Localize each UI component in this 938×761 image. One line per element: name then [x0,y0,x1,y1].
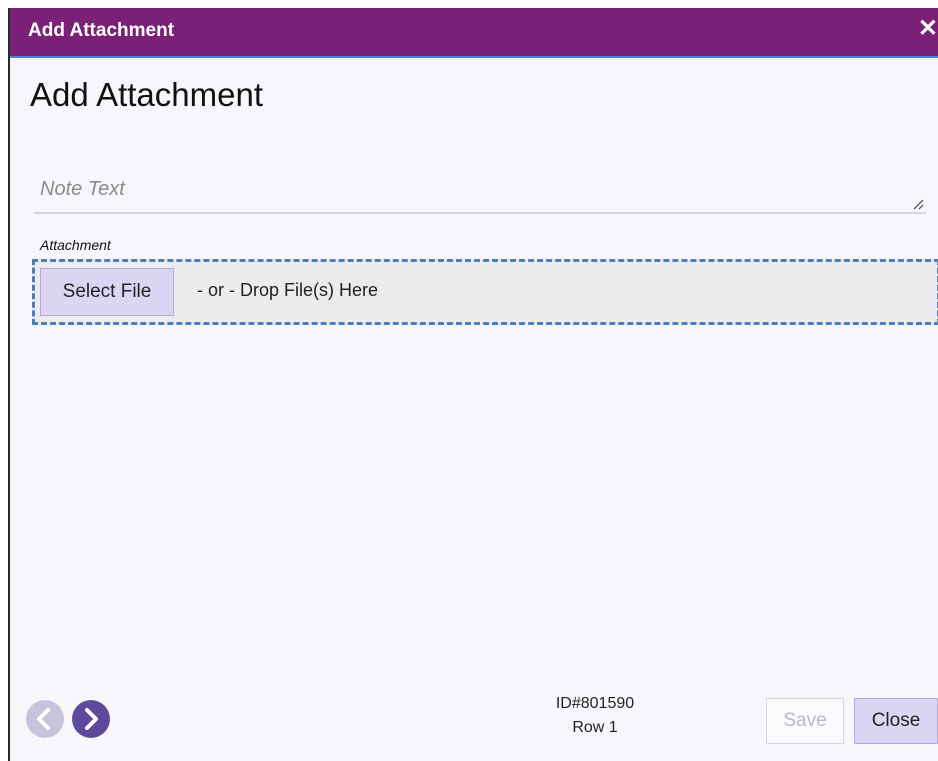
page-title: Add Attachment [30,76,263,113]
close-icon[interactable]: ✕ [918,17,938,41]
next-record-button[interactable] [72,700,110,738]
background-window-strip [0,0,938,8]
note-text-field[interactable]: Note Text [34,168,926,214]
chevron-left-icon [37,708,50,730]
select-file-button[interactable]: Select File [40,268,174,316]
file-drop-zone[interactable]: Select File - or - Drop File(s) Here [32,259,938,325]
record-row: Row 1 [572,719,618,736]
record-info: ID#801590 Row 1 [530,692,660,740]
record-id: ID#801590 [555,695,635,712]
attachment-label: Attachment [40,237,111,253]
add-attachment-dialog: Add Attachment ✕ Add Attachment Note Tex… [8,8,938,761]
dialog-title-bar: Add Attachment ✕ [10,8,938,58]
resize-handle-icon[interactable] [912,198,924,210]
previous-record-button[interactable] [26,700,64,738]
close-button[interactable]: Close [854,698,938,744]
dialog-title: Add Attachment [28,20,175,41]
save-button[interactable]: Save [766,698,844,744]
note-text-placeholder: Note Text [40,178,125,200]
chevron-right-icon [85,708,98,730]
drop-files-text: - or - Drop File(s) Here [197,280,379,300]
